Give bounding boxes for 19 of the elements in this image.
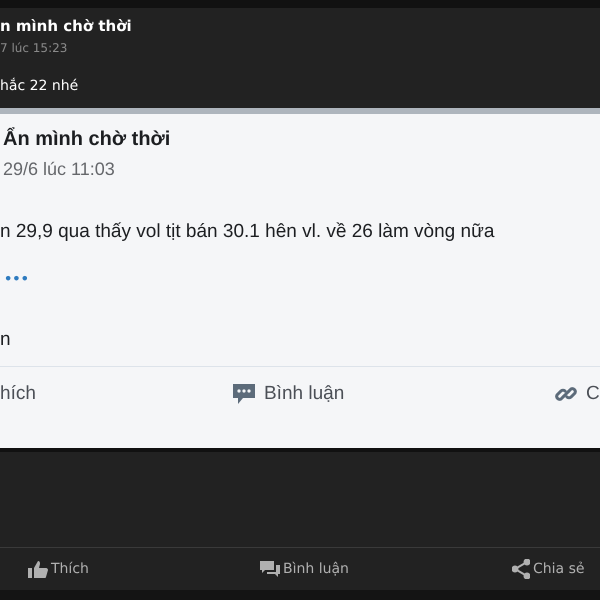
like-button[interactable]: Thích	[28, 558, 260, 580]
post-text: hắc 22 nhé	[0, 77, 78, 95]
comment-button[interactable]: Bình luận	[260, 558, 512, 580]
post-time: 7 lúc 15:23	[0, 40, 68, 56]
post-time: 29/6 lúc 11:03	[3, 158, 115, 180]
post-text: n	[0, 328, 11, 352]
see-more-link[interactable]: •••	[4, 272, 29, 288]
action-label[interactable]: Bình luận	[264, 380, 344, 408]
action-label[interactable]: C	[586, 380, 600, 408]
chat-bubbles-icon	[260, 560, 280, 578]
thumbs-up-icon	[28, 560, 48, 578]
share-button[interactable]: Chia sẻ	[512, 558, 584, 580]
share-icon	[512, 559, 530, 579]
action-label[interactable]: hích	[0, 380, 36, 408]
post-text: n 29,9 qua thấy vol tịt bán 30.1 hên vl. về 26 làm vòng nữa	[0, 220, 494, 244]
author-name: Ẩn mình chờ thời	[3, 126, 170, 152]
shared-screenshot[interactable]: Ẩn mình chờ thời 29/6 lúc 11:03 n 29,9 qua thấy vol tịt bán 30.1 hên vl. về 26 làm vòng nữa ••• n hích Bình luận C	[0, 108, 600, 448]
comment-icon	[232, 383, 256, 405]
author-name[interactable]: n mình chờ thời	[0, 16, 132, 36]
